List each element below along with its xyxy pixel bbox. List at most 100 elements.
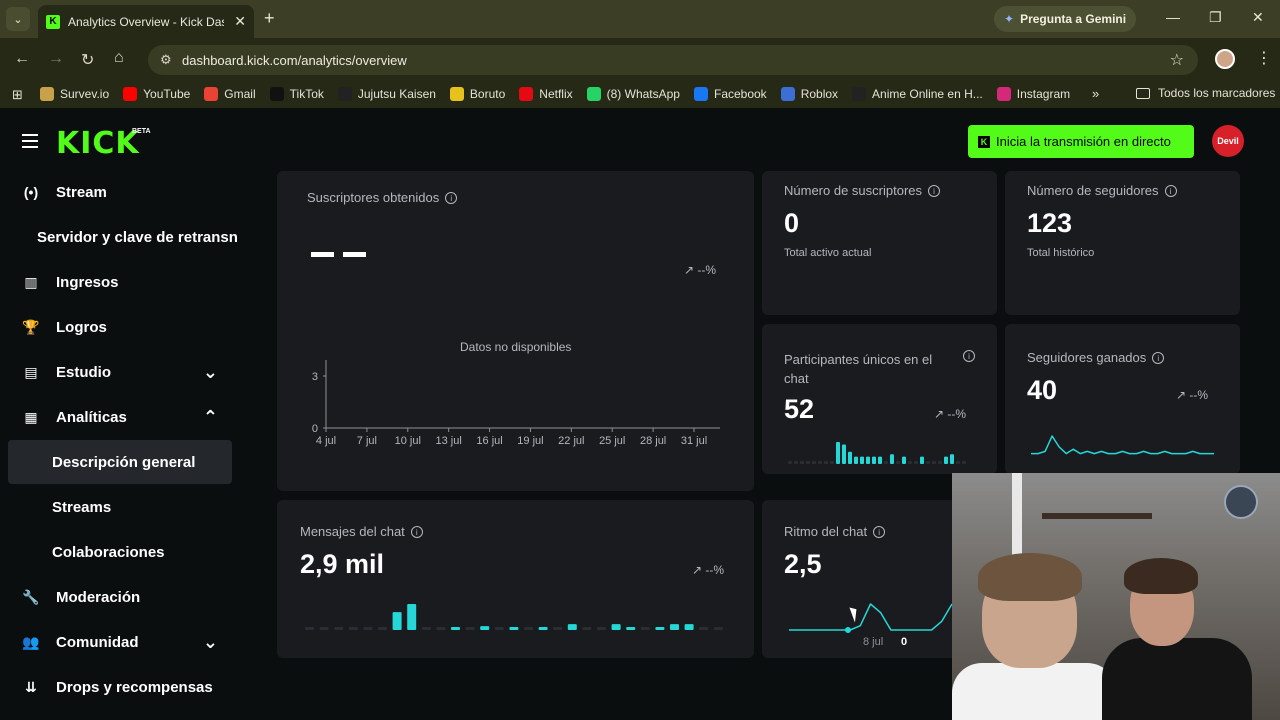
- boruto-icon: [449, 87, 464, 101]
- bookmark-item[interactable]: Instagram: [996, 87, 1070, 101]
- sidebar-item-colaboraciones[interactable]: Colaboraciones: [8, 530, 232, 574]
- chart-bar: [640, 627, 650, 630]
- bookmark-label: Facebook: [713, 87, 767, 101]
- sidebar-item-stream[interactable]: (•) Stream: [8, 170, 232, 214]
- folder-icon: [1136, 87, 1150, 99]
- back-icon[interactable]: ←: [14, 50, 30, 68]
- bookmark-item[interactable]: Boruto: [449, 87, 505, 101]
- sidebar-item-streams[interactable]: Streams: [8, 485, 232, 529]
- sidebar-item-ingresos[interactable]: ▥ Ingresos: [8, 260, 232, 304]
- chart-bar: [670, 624, 679, 630]
- chart-mensajes: [305, 604, 723, 630]
- sidebar-item-logros[interactable]: 🏆 Logros: [8, 305, 232, 349]
- bookmark-item[interactable]: Netflix: [519, 87, 573, 101]
- chevron-up-icon[interactable]: ⌃: [203, 407, 218, 428]
- sidebar-item-descripción-general[interactable]: Descripción general: [8, 440, 232, 484]
- browser-tab-active[interactable]: K Analytics Overview - Kick Dashb ✕: [38, 5, 254, 38]
- hamburger-menu-icon[interactable]: [22, 134, 38, 148]
- user-avatar[interactable]: Devil: [1212, 125, 1244, 157]
- chart-bar: [451, 627, 460, 630]
- bookmark-star-icon[interactable]: ☆: [1170, 50, 1184, 70]
- chart-bar: [806, 461, 810, 464]
- chart-bar: [567, 624, 577, 630]
- chevron-down-icon[interactable]: ⌄: [203, 362, 218, 383]
- info-icon[interactable]: i: [963, 350, 975, 362]
- info-icon[interactable]: i: [445, 192, 458, 204]
- bookmark-item[interactable]: Jujutsu Kaisen: [337, 87, 436, 101]
- tab-search-icon[interactable]: ⌄: [6, 7, 30, 31]
- bookmark-item[interactable]: Anime Online en H...: [852, 87, 983, 101]
- chart-bar: [812, 461, 816, 464]
- sidebar-item-label: Estudio: [56, 363, 111, 381]
- sidebar-item-label: Moderación: [56, 588, 141, 606]
- instagram-icon: [996, 87, 1011, 101]
- kick-favicon-icon: K: [46, 14, 60, 29]
- chart-bar: [866, 456, 870, 464]
- bookmark-item[interactable]: YouTube: [123, 87, 190, 101]
- chart-bar: [305, 627, 314, 630]
- chart-bar: [611, 624, 621, 630]
- apps-grid-icon[interactable]: ⊞: [12, 87, 26, 102]
- bookmark-item[interactable]: Roblox: [780, 87, 839, 101]
- bookmark-item[interactable]: Survev.io: [40, 87, 109, 101]
- value-mensajes: 2,9 mil: [300, 549, 385, 579]
- info-icon[interactable]: i: [928, 185, 940, 197]
- chart-bar: [860, 456, 864, 464]
- webcam-person-1-hair: [978, 553, 1082, 601]
- chevron-down-icon[interactable]: ⌄: [203, 632, 218, 653]
- tab-close-icon[interactable]: ✕: [234, 13, 246, 30]
- chart-bar: [794, 461, 798, 464]
- sidebar-item-moderación[interactable]: 🔧 Moderación: [8, 575, 232, 619]
- series-line: [789, 603, 953, 631]
- analytics-icon: ▦: [24, 408, 38, 425]
- whatsapp-icon: [586, 87, 601, 101]
- go-live-button[interactable]: K Inicia la transmisión en directo: [968, 125, 1194, 158]
- new-tab-button[interactable]: +: [264, 8, 275, 29]
- bookmark-label: Roblox: [800, 87, 839, 101]
- address-bar[interactable]: ⚙ dashboard.kick.com/analytics/overview …: [148, 45, 1198, 75]
- browser-profile-avatar[interactable]: [1215, 49, 1235, 69]
- more-bookmarks-icon[interactable]: »: [1092, 86, 1099, 101]
- chart-bar: [848, 451, 852, 464]
- url-text: dashboard.kick.com/analytics/overview: [182, 52, 407, 68]
- bookmark-item[interactable]: (8) WhatsApp: [586, 87, 680, 101]
- home-icon[interactable]: ⌂: [114, 49, 124, 67]
- bookmark-item[interactable]: Facebook: [693, 87, 767, 101]
- chart-bar: [956, 461, 960, 464]
- info-icon[interactable]: i: [1164, 185, 1177, 197]
- x-tick-label: 10 jul: [395, 435, 421, 447]
- restore-icon[interactable]: ❐: [1209, 9, 1222, 26]
- all-bookmarks-button[interactable]: Todos los marcadores: [1136, 86, 1275, 100]
- close-window-icon[interactable]: ✕: [1252, 9, 1264, 26]
- info-icon[interactable]: i: [410, 526, 423, 538]
- gemini-button[interactable]: ✦ Pregunta a Gemini: [994, 6, 1137, 32]
- sidebar-item-label: Streams: [52, 498, 112, 516]
- sidebar-item-estudio[interactable]: ▤ Estudio ⌄: [8, 350, 232, 394]
- info-icon[interactable]: i: [873, 526, 886, 538]
- chart-bar: [655, 627, 665, 630]
- facebook-icon: [693, 87, 708, 101]
- forward-icon[interactable]: →: [48, 50, 64, 68]
- value-numero-suscriptores: 0: [784, 208, 800, 238]
- site-info-icon[interactable]: ⚙: [160, 52, 180, 68]
- sidebar-item-comunidad[interactable]: 👥 Comunidad ⌄: [8, 620, 232, 664]
- bookmark-item[interactable]: Gmail: [204, 87, 256, 101]
- kick-logo[interactable]: KICK: [56, 126, 140, 161]
- reload-icon[interactable]: ↻: [81, 50, 94, 70]
- chart-bar: [836, 442, 840, 464]
- sidebar-item-drops-y-recompensas[interactable]: ⇊ Drops y recompensas: [8, 665, 232, 709]
- x-tick-label: 19 jul: [517, 435, 543, 447]
- trophy-icon: 🏆: [22, 318, 40, 335]
- sidebar-item-servidor-y-clave-de-retransn[interactable]: Servidor y clave de retransn: [8, 215, 238, 259]
- chart-bar: [854, 456, 858, 464]
- info-icon[interactable]: i: [1152, 352, 1165, 364]
- x-tick-label: 13 jul: [436, 435, 462, 447]
- minimize-icon[interactable]: —: [1166, 9, 1180, 25]
- studio-icon: ▤: [24, 363, 38, 380]
- sidebar-item-analíticas[interactable]: ▦ Analíticas ⌃: [8, 395, 232, 439]
- bookmark-item[interactable]: TikTok: [269, 87, 324, 101]
- browser-menu-icon[interactable]: ⋮: [1256, 48, 1272, 68]
- chart-bar: [436, 627, 446, 630]
- bookmark-label: (8) WhatsApp: [606, 87, 680, 101]
- trend-participantes: ↗ --%: [934, 407, 967, 421]
